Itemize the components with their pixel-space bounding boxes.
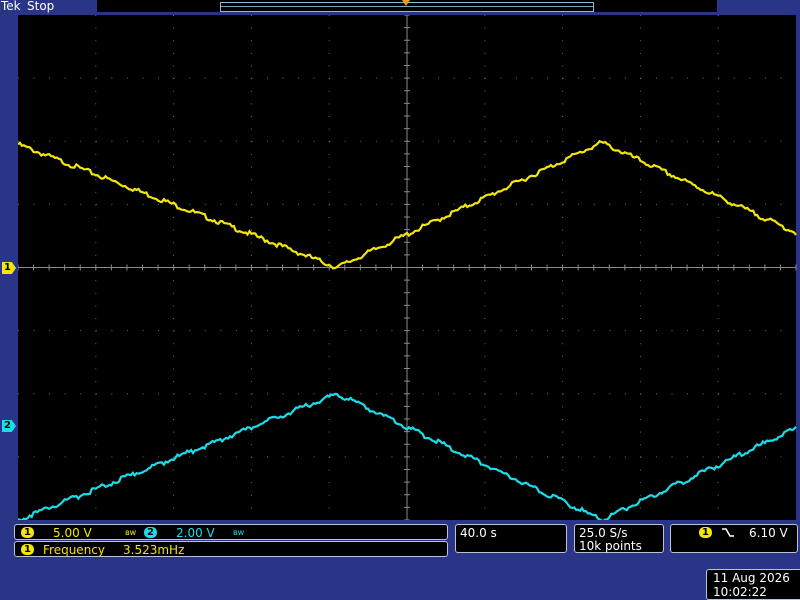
ch1-bandwidth-icon: ʙᴡ (125, 528, 137, 537)
waveform-display[interactable] (18, 15, 798, 520)
acquisition-readout[interactable]: 25.0 S/s 10k points (574, 524, 664, 553)
sample-rate: 25.0 S/s (579, 526, 628, 540)
vertical-scale-readout[interactable]: 1 5.00 V ʙᴡ 2 2.00 V ʙᴡ (14, 524, 448, 540)
top-status-bar: Tek Stop (0, 0, 800, 14)
ch2-scale: 2.00 V (176, 526, 215, 540)
meas-value: 3.523mHz (123, 543, 185, 557)
horizontal-scale-readout[interactable]: 40.0 s (455, 524, 567, 553)
record-length: 10k points (579, 539, 642, 553)
ch1-badge: 1 (21, 527, 34, 538)
measurement-readout[interactable]: 1 Frequency 3.523mHz (14, 541, 448, 557)
trigger-position-marker-icon[interactable] (402, 0, 410, 6)
trigger-channel-badge: 1 (699, 527, 712, 538)
acquisition-state: Stop (27, 0, 55, 13)
timebase-scale: 40.0 s (460, 526, 497, 540)
brand-label: Tek (1, 0, 21, 13)
graticule (18, 15, 797, 520)
date-time-readout: 11 Aug 2026 10:02:22 (706, 569, 800, 600)
trigger-readout[interactable]: 1 6.10 V (670, 524, 798, 553)
meas-channel-badge: 1 (21, 544, 34, 555)
time: 10:02:22 (713, 585, 767, 599)
ch1-scale: 5.00 V (53, 526, 92, 540)
ch2-badge: 2 (144, 527, 157, 538)
falling-edge-icon (722, 528, 734, 537)
meas-label: Frequency (43, 543, 105, 557)
ch2-ground-marker-icon[interactable]: 2 (2, 420, 16, 432)
ch2-bandwidth-icon: ʙᴡ (233, 528, 245, 537)
trigger-level: 6.10 V (749, 526, 788, 540)
ch1-ground-marker-icon[interactable]: 1 (2, 262, 16, 274)
date: 11 Aug 2026 (713, 571, 790, 585)
